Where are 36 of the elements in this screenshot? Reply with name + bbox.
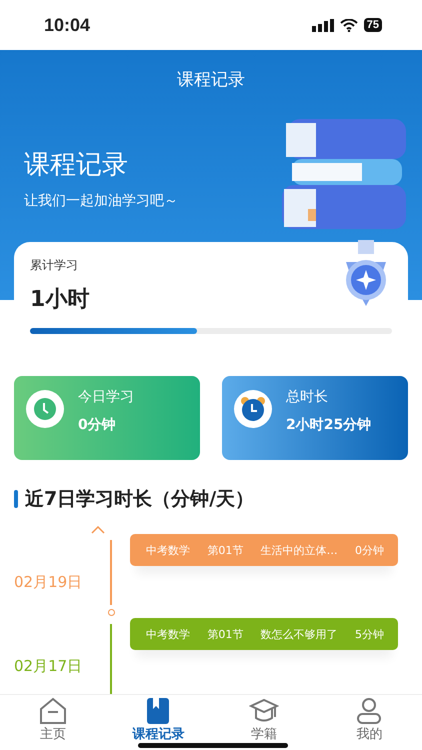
signal-icon <box>312 18 334 32</box>
section-title: 近7日学习时长（分钟/天） <box>25 487 254 512</box>
status-time: 10:04 <box>44 14 90 36</box>
date-label: 02月19日 <box>14 572 84 592</box>
home-icon <box>38 697 68 725</box>
battery-level: 75 <box>364 18 382 32</box>
stat-label: 总时长 <box>286 388 329 406</box>
stat-value: 0分钟 <box>78 416 117 434</box>
hero-subtitle: 让我们一起加油学习吧～ <box>24 192 178 210</box>
clock-icon <box>26 390 64 428</box>
subject-text: 中考数学 <box>146 542 190 558</box>
total-value: 1小时 <box>30 286 90 314</box>
date-label: 02月17日 <box>14 656 84 676</box>
page-title: 课程记录 <box>176 69 246 91</box>
stat-value: 2小时25分钟 <box>286 416 372 434</box>
total-label: 累计学习 <box>30 258 78 272</box>
tab-item[interactable]: 主页 <box>0 695 106 750</box>
tab-item[interactable]: 我的 <box>316 695 422 750</box>
alarm-clock-icon <box>234 390 272 428</box>
book-icon <box>145 697 172 725</box>
lesson-duration: 0分钟 <box>354 542 384 558</box>
timeline-dot <box>108 609 114 616</box>
lesson-number: 第01节 <box>207 626 244 642</box>
lesson-title: 生活中的立体… <box>260 542 338 558</box>
section-marker <box>14 490 18 508</box>
tab-item[interactable]: 课程记录 <box>106 695 211 750</box>
tab-item[interactable]: 学籍 <box>211 695 316 750</box>
chevron-up-icon[interactable] <box>91 526 105 534</box>
person-icon <box>355 697 384 725</box>
subject-text: 中考数学 <box>146 626 190 642</box>
lesson-title: 数怎么不够用了 <box>260 626 338 642</box>
hero-title: 课程记录 <box>24 149 129 182</box>
lesson-number: 第01节 <box>207 542 244 558</box>
stat-label: 今日学习 <box>78 388 134 406</box>
wifi-icon <box>340 18 358 32</box>
lesson-duration: 5分钟 <box>354 626 384 642</box>
